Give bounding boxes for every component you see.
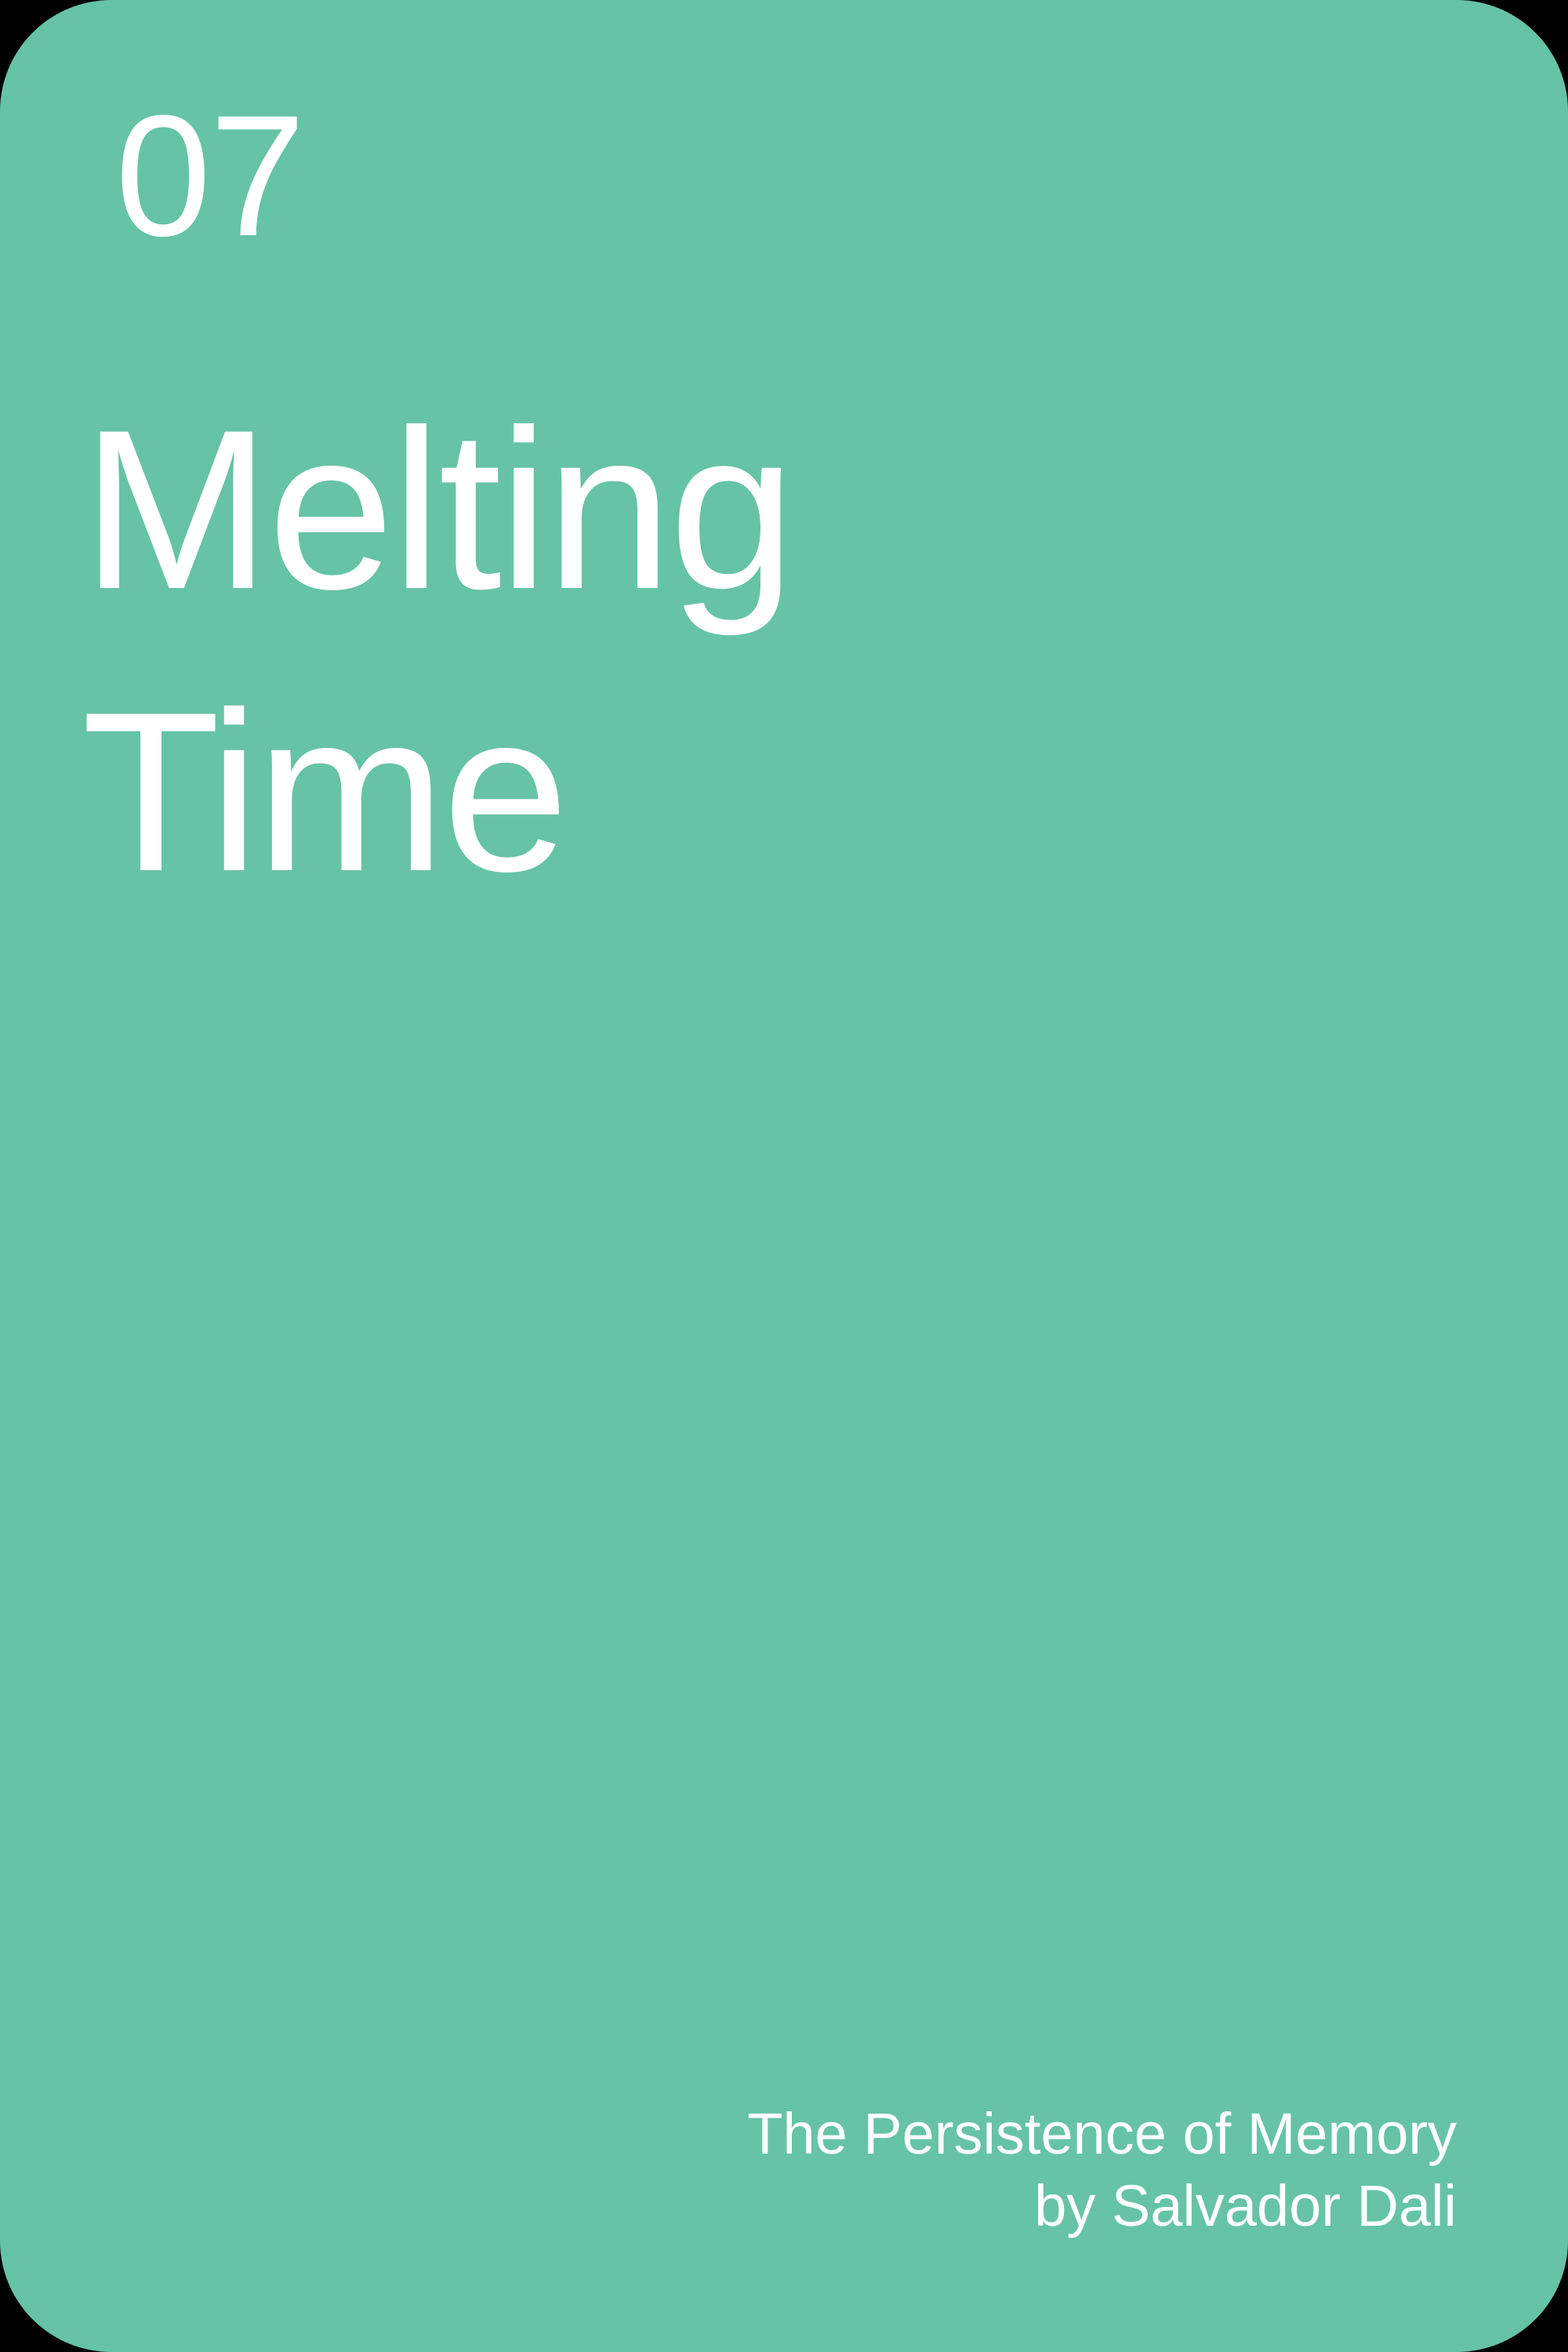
caption-artwork-title: The Persistence of Memory: [747, 2101, 1457, 2166]
card-number: 07: [115, 79, 306, 272]
card-caption: The Persistence of Memory by Salvador Da…: [747, 2098, 1457, 2242]
card-title-line-2: Time: [82, 665, 569, 919]
caption-artist: by Salvador Dali: [1034, 2173, 1457, 2238]
card: 07 Melting Time The Persistence of Memor…: [0, 0, 1568, 2352]
card-title-line-1: Melting: [82, 383, 796, 637]
card-title: Melting Time: [82, 368, 796, 933]
